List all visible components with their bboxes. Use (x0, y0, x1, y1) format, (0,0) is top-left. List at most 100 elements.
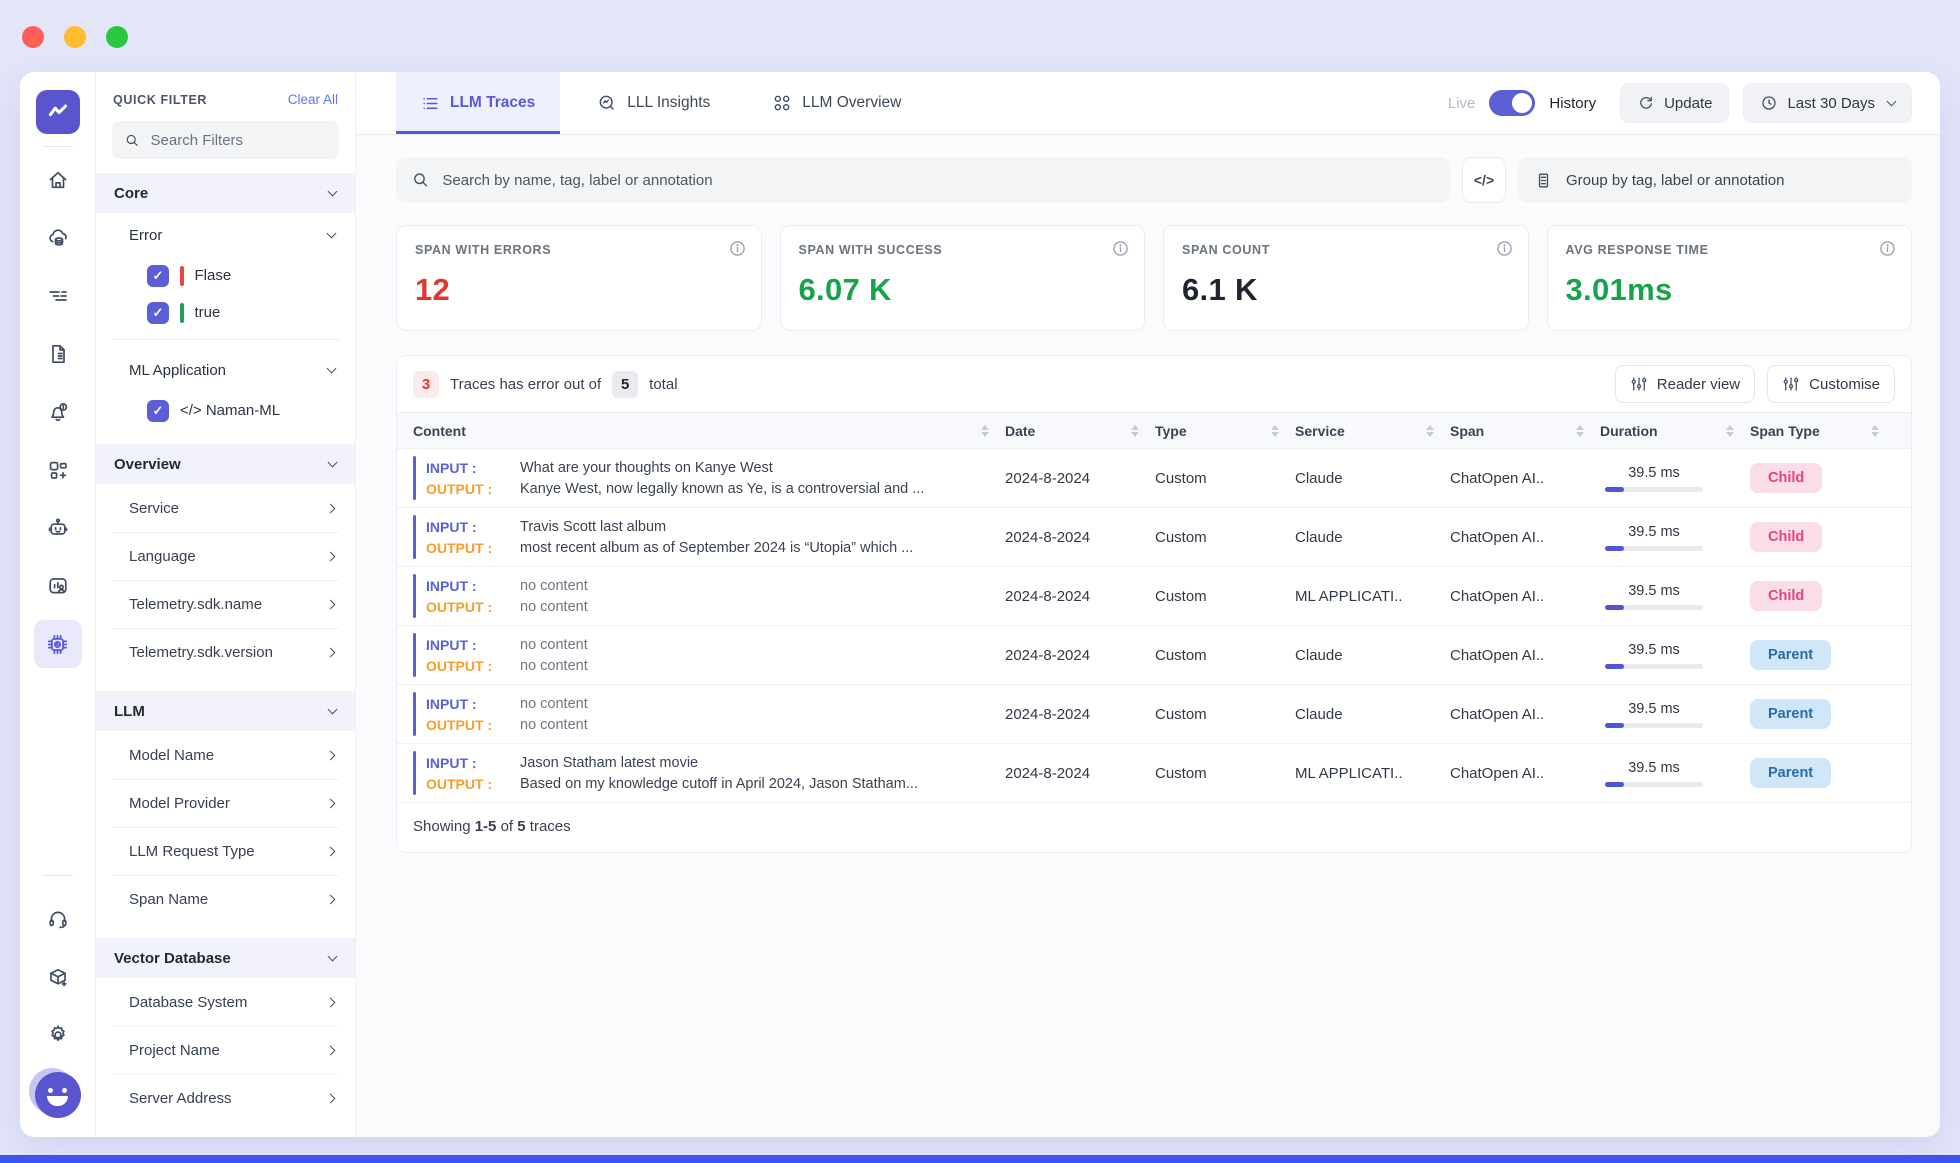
filter-item-project-name[interactable]: Project Name (112, 1026, 339, 1074)
sort-icon[interactable] (1871, 425, 1879, 437)
column-header-content[interactable]: Content (413, 423, 466, 439)
table-row[interactable]: INPUT :OUTPUT : What are your thoughts o… (397, 449, 1911, 508)
live-history-toggle[interactable] (1489, 90, 1535, 116)
column-header-span[interactable]: Span (1450, 423, 1484, 439)
search-icon (411, 170, 430, 190)
filter-item-service[interactable]: Service (112, 484, 339, 532)
user-avatar[interactable] (35, 1069, 81, 1118)
vector-database-section-label: Vector Database (114, 950, 231, 967)
code-icon: </> (1474, 172, 1494, 188)
assistant-robot-icon[interactable] (34, 504, 82, 552)
checkbox-checked[interactable]: ✓ (147, 302, 169, 324)
filter-option-true[interactable]: ✓ true (96, 294, 355, 331)
column-header-span-type[interactable]: Span Type (1750, 423, 1820, 439)
usage-analytics-icon[interactable] (34, 562, 82, 610)
info-icon[interactable] (1112, 240, 1129, 262)
table-row[interactable]: INPUT :OUTPUT : no contentno content 202… (397, 685, 1911, 744)
filter-item-model-provider[interactable]: Model Provider (112, 779, 339, 827)
filter-section-core[interactable]: Core (96, 173, 355, 213)
app-logo[interactable] (36, 90, 80, 134)
filter-search[interactable] (112, 121, 339, 159)
maximize-window-button[interactable] (106, 26, 128, 48)
customise-button[interactable]: Customise (1767, 365, 1895, 403)
filter-option-flase[interactable]: ✓ Flase (96, 257, 355, 294)
item-label: Span Name (129, 891, 208, 908)
ml-application-label: ML Application (129, 362, 226, 379)
filter-search-input[interactable] (151, 132, 327, 149)
checkbox-checked[interactable]: ✓ (147, 265, 169, 287)
clear-all-link[interactable]: Clear All (288, 92, 338, 107)
document-icon[interactable] (34, 330, 82, 378)
checkbox-checked[interactable]: ✓ (147, 400, 169, 422)
span-cell: ChatOpen AI.. (1450, 529, 1600, 546)
settings-gear-icon[interactable] (34, 1011, 82, 1059)
column-header-date[interactable]: Date (1005, 423, 1035, 439)
package-add-icon[interactable] (34, 953, 82, 1001)
tab-llm-overview[interactable]: LLM Overview (747, 72, 926, 134)
window-controls (22, 26, 128, 48)
date-range-label: Last 30 Days (1787, 95, 1875, 112)
sliders-icon (1630, 375, 1648, 393)
tab-llm-traces[interactable]: LLM Traces (396, 72, 560, 134)
close-window-button[interactable] (22, 26, 44, 48)
filter-subsection-error[interactable]: Error (96, 213, 355, 257)
filter-option-naman-ml[interactable]: ✓ </> Naman-ML (96, 392, 355, 429)
filter-item-llm-request-type[interactable]: LLM Request Type (112, 827, 339, 875)
filter-section-llm[interactable]: LLM (96, 691, 355, 731)
info-icon[interactable] (1879, 240, 1896, 262)
table-row[interactable]: INPUT :OUTPUT : Travis Scott last albumm… (397, 508, 1911, 567)
stat-card-span-count: SPAN COUNT 6.1 K (1163, 225, 1529, 331)
home-icon[interactable] (34, 156, 82, 204)
sort-icon[interactable] (1726, 425, 1734, 437)
option-label: Flase (195, 267, 232, 284)
input-label: INPUT : (426, 578, 520, 594)
llm-chip-icon[interactable] (34, 620, 82, 668)
logs-icon[interactable] (34, 272, 82, 320)
filter-section-overview[interactable]: Overview (96, 444, 355, 484)
filter-item-model-name[interactable]: Model Name (112, 731, 339, 779)
data-cloud-icon[interactable] (34, 214, 82, 262)
alerts-bell-icon[interactable] (34, 388, 82, 436)
sort-icon[interactable] (1131, 425, 1139, 437)
chevron-down-icon (328, 457, 338, 467)
update-button[interactable]: Update (1620, 83, 1729, 123)
group-by-button[interactable]: Group by tag, label or annotation (1518, 157, 1912, 203)
option-label: true (195, 304, 221, 321)
trace-search[interactable] (396, 157, 1450, 203)
toggle-knob (1512, 93, 1532, 113)
table-row[interactable]: INPUT :OUTPUT : no contentno content 202… (397, 626, 1911, 685)
filter-item-database-system[interactable]: Database System (112, 978, 339, 1026)
sort-icon[interactable] (981, 425, 989, 437)
filter-item-telemetry-sdk-name[interactable]: Telemetry.sdk.name (112, 580, 339, 628)
filter-section-vector-database[interactable]: Vector Database (96, 938, 355, 978)
filter-item-span-name[interactable]: Span Name (112, 875, 339, 923)
column-header-service[interactable]: Service (1295, 423, 1345, 439)
filter-item-server-address[interactable]: Server Address (112, 1074, 339, 1122)
date-cell: 2024-8-2024 (1005, 529, 1155, 546)
sort-icon[interactable] (1576, 425, 1584, 437)
minimize-window-button[interactable] (64, 26, 86, 48)
tab-lll-insights[interactable]: LLL Insights (572, 72, 735, 134)
filter-item-language[interactable]: Language (112, 532, 339, 580)
column-header-duration[interactable]: Duration (1600, 423, 1658, 439)
filter-item-telemetry-sdk-version[interactable]: Telemetry.sdk.version (112, 628, 339, 676)
support-headset-icon[interactable] (34, 895, 82, 943)
sort-icon[interactable] (1271, 425, 1279, 437)
query-code-button[interactable]: </> (1462, 157, 1506, 203)
table-row[interactable]: INPUT :OUTPUT : Jason Statham latest mov… (397, 744, 1911, 803)
row-accent-bar (413, 633, 416, 677)
trace-search-input[interactable] (442, 172, 1435, 189)
item-label: Telemetry.sdk.version (129, 644, 273, 661)
chevron-right-icon (326, 1094, 336, 1104)
info-icon[interactable] (1496, 240, 1513, 262)
reader-view-button[interactable]: Reader view (1615, 365, 1755, 403)
sort-icon[interactable] (1426, 425, 1434, 437)
integrations-add-icon[interactable] (34, 446, 82, 494)
date-range-dropdown[interactable]: Last 30 Days (1743, 83, 1912, 123)
duration-value: 39.5 ms (1628, 760, 1680, 776)
stat-label: SPAN WITH SUCCESS (799, 243, 1127, 257)
info-icon[interactable] (729, 240, 746, 262)
filter-subsection-ml-application[interactable]: ML Application (96, 348, 355, 392)
column-header-type[interactable]: Type (1155, 423, 1187, 439)
table-row[interactable]: INPUT :OUTPUT : no contentno content 202… (397, 567, 1911, 626)
